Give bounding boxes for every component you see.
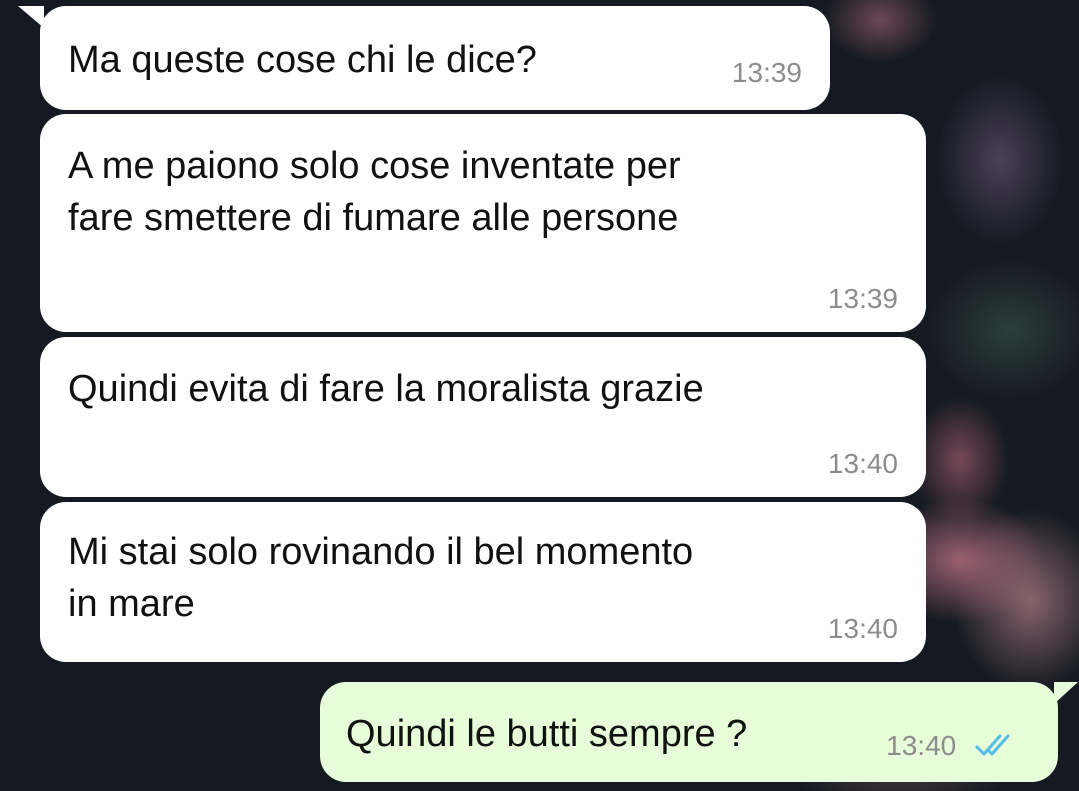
outgoing-message[interactable]: Quindi le butti sempre ? 13:40 xyxy=(320,682,1078,782)
message-text: Quindi evita di fare la moralista grazie xyxy=(68,368,704,410)
message-text: Mi stai solo rovinando il bel momento in… xyxy=(68,531,694,625)
incoming-message[interactable]: Ma queste cose chi le dice? 13:39 xyxy=(18,6,830,110)
message-timestamp: 13:40 xyxy=(827,448,898,479)
message-text: Ma queste cose chi le dice? xyxy=(68,39,537,81)
message-timestamp: 13:40 xyxy=(886,730,957,762)
incoming-message[interactable]: Mi stai solo rovinando il bel momento in… xyxy=(40,502,926,662)
bubble-tail xyxy=(1054,682,1078,704)
double-check-icon xyxy=(974,732,1018,764)
incoming-message[interactable]: Quindi evita di fare la moralista grazie… xyxy=(40,337,926,497)
message-timestamp: 13:40 xyxy=(827,613,898,644)
message-status: 13:40 xyxy=(886,731,1018,764)
message-timestamp: 13:39 xyxy=(827,283,898,314)
bubble-tail xyxy=(18,6,44,28)
message-timestamp: 13:39 xyxy=(731,57,802,88)
message-text: A me paiono solo cose inventate per fare… xyxy=(68,145,681,239)
incoming-message[interactable]: A me paiono solo cose inventate per fare… xyxy=(40,114,926,332)
